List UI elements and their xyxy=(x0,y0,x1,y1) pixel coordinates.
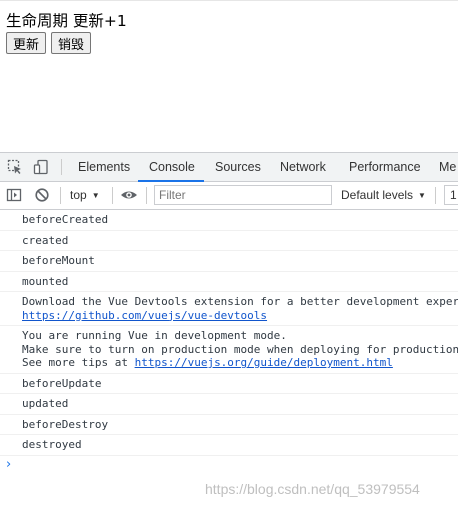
destroy-button[interactable]: 销毁 xyxy=(51,32,92,54)
tab-console[interactable]: Console xyxy=(149,153,195,181)
console-message-devtools: Download the Vue Devtools extension for … xyxy=(0,292,458,326)
console-message: updated xyxy=(0,394,458,415)
deployment-link[interactable]: https://vuejs.org/guide/deployment.html xyxy=(135,356,393,369)
context-value: top xyxy=(70,188,87,202)
tab-elements[interactable]: Elements xyxy=(78,153,130,181)
console-message: destroyed xyxy=(0,435,458,456)
clear-console-icon[interactable] xyxy=(34,187,50,208)
button-row: 更新 销毁 xyxy=(6,32,127,54)
log-levels-label: Default levels xyxy=(341,188,414,202)
message-text: See more tips at xyxy=(22,356,135,369)
console-message: beforeUpdate xyxy=(0,374,458,394)
tab-network[interactable]: Network xyxy=(280,153,326,181)
issue-count-badge[interactable]: 1 xyxy=(444,185,458,205)
message-text: Make sure to turn on production mode whe… xyxy=(22,342,458,356)
tab-memory[interactable]: Me xyxy=(439,153,456,181)
console-input-line[interactable]: › xyxy=(0,456,458,476)
watermark: https://blog.csdn.net/qq_53979554 xyxy=(205,481,420,497)
console-message: mounted xyxy=(0,272,458,292)
vue-devtools-link[interactable]: https://github.com/vuejs/vue-devtools xyxy=(22,309,267,322)
toolbar-separator xyxy=(146,187,147,204)
context-select[interactable]: top ▼ xyxy=(70,182,100,209)
console-message: beforeMount xyxy=(0,251,458,272)
page-top-border xyxy=(0,0,458,1)
eye-icon[interactable] xyxy=(120,187,138,208)
tab-sources[interactable]: Sources xyxy=(215,153,261,181)
console-output: beforeCreated created beforeMount mounte… xyxy=(0,210,458,476)
devtools-panel: Elements Console Sources Network Perform… xyxy=(0,152,458,509)
message-text: You are running Vue in development mode. xyxy=(22,329,287,342)
prompt-chevron-icon: › xyxy=(6,456,12,472)
console-toolbar: top ▼ Default levels ▼ 1 xyxy=(0,182,458,210)
show-sidebar-icon[interactable] xyxy=(6,187,22,208)
message-text: Download the Vue Devtools extension for … xyxy=(22,295,458,308)
page-title: 生命周期 更新+1 xyxy=(6,12,127,30)
toolbar-separator xyxy=(435,187,436,204)
toolbar-separator xyxy=(112,187,113,204)
page-content: 生命周期 更新+1 更新 销毁 xyxy=(6,11,127,54)
dropdown-arrow-icon: ▼ xyxy=(91,191,100,200)
toolbar-separator xyxy=(60,187,61,204)
inspect-element-icon[interactable] xyxy=(7,159,23,175)
console-message: beforeDestroy xyxy=(0,415,458,435)
devtools-tabbar: Elements Console Sources Network Perform… xyxy=(0,153,458,182)
update-button[interactable]: 更新 xyxy=(6,32,47,54)
dropdown-arrow-icon: ▼ xyxy=(418,191,426,200)
log-levels-select[interactable]: Default levels ▼ xyxy=(341,182,426,209)
device-toolbar-icon[interactable] xyxy=(33,159,49,175)
tab-separator xyxy=(61,159,62,175)
filter-input[interactable] xyxy=(154,185,332,205)
console-message: created xyxy=(0,231,458,251)
console-message-dev-mode: You are running Vue in development mode.… xyxy=(0,326,458,374)
tab-performance[interactable]: Performance xyxy=(349,153,421,181)
console-message: beforeCreated xyxy=(0,210,458,231)
